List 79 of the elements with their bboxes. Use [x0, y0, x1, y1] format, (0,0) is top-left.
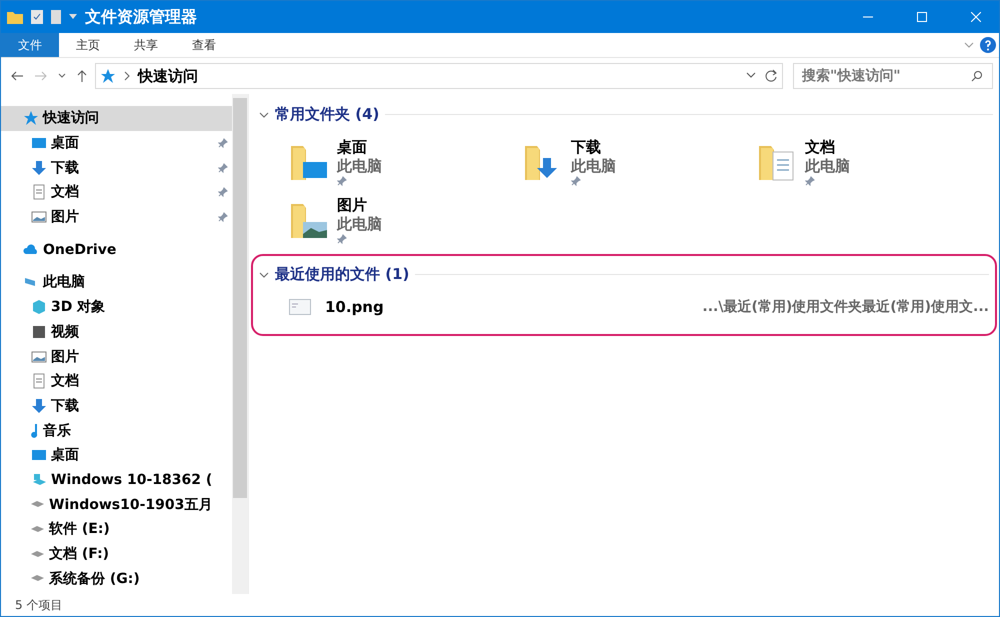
folder-name: 下载 — [571, 138, 602, 157]
folder-tile[interactable]: 文档 此电脑 — [757, 138, 991, 186]
folder-tile[interactable]: 图片 此电脑 — [289, 196, 523, 244]
pin-icon — [571, 176, 581, 186]
checklist-icon[interactable] — [31, 10, 43, 24]
item-count: 5 个项目 — [14, 596, 64, 614]
drive-icon — [31, 575, 45, 582]
picture-icon — [31, 209, 47, 226]
down-arrow-icon — [31, 160, 47, 176]
sidebar-item[interactable]: 视频 — [1, 320, 232, 344]
sidebar-item[interactable]: 音乐 — [1, 418, 232, 443]
dropdown-icon[interactable] — [69, 14, 77, 20]
address-bar[interactable]: 快速访问 — [95, 63, 783, 89]
minimize-icon — [863, 16, 873, 18]
drive-icon — [31, 550, 45, 558]
document-icon — [31, 184, 47, 200]
sidebar-item[interactable]: 桌面 — [1, 442, 232, 468]
pin-icon — [218, 138, 228, 148]
sidebar-item[interactable]: OneDrive — [1, 237, 232, 262]
chevron-icon[interactable] — [259, 270, 269, 280]
sidebar-item[interactable]: 此电脑 — [1, 270, 232, 295]
cube-icon — [31, 299, 47, 316]
down-arrow-icon — [31, 398, 47, 414]
folder-location: 此电脑 — [571, 157, 616, 176]
folder-tile[interactable]: 桌面 此电脑 — [289, 138, 523, 186]
sidebar-item[interactable]: 文档 (F:) — [1, 542, 232, 566]
image-file-icon — [289, 299, 311, 315]
chevron-icon[interactable] — [259, 110, 269, 120]
drive-icon — [31, 501, 45, 508]
close-icon — [971, 12, 981, 22]
sidebar-item[interactable]: 文档 — [1, 180, 232, 205]
pin-icon — [218, 212, 228, 222]
sidebar-item[interactable]: 桌面 — [1, 130, 232, 156]
star-icon — [23, 110, 39, 126]
film-icon — [31, 324, 47, 340]
section-heading: 常用文件夹 (4) — [275, 104, 380, 124]
star-icon — [100, 68, 116, 84]
pin-icon — [337, 176, 347, 186]
refresh-icon[interactable] — [764, 69, 778, 83]
scrollbar-thumb[interactable] — [233, 98, 247, 498]
picture-icon — [31, 348, 47, 365]
pin-icon — [337, 234, 347, 244]
section-heading: 最近使用的文件 (1) — [275, 264, 410, 284]
search-icon — [971, 70, 983, 82]
sidebar-item[interactable]: 软件 (E:) — [1, 517, 232, 542]
document-icon — [31, 373, 47, 390]
scrollbar[interactable] — [232, 94, 248, 594]
sidebar-item[interactable]: 下载 — [1, 155, 232, 180]
address-path: 快速访问 — [138, 66, 199, 86]
sidebar-item[interactable]: 文档 — [1, 368, 232, 394]
chevron-icon[interactable] — [124, 71, 130, 81]
sidebar-item[interactable]: Windows10-1903五月 — [1, 492, 232, 517]
maximize-icon — [917, 12, 927, 22]
sidebar-item[interactable]: 快速访问 — [1, 106, 232, 131]
window-title: 文件资源管理器 — [85, 6, 198, 28]
folder-location: 此电脑 — [337, 215, 382, 234]
sidebar-item[interactable]: 图片 — [1, 344, 232, 369]
search-field[interactable]: 搜索"快速访问" — [793, 63, 993, 89]
folder-location: 此电脑 — [805, 157, 850, 176]
sidebar-item[interactable]: 图片 — [1, 204, 232, 230]
pin-icon — [805, 176, 815, 186]
sidebar-item[interactable]: 系统备份 (G:) — [1, 566, 232, 592]
pin-icon — [218, 187, 228, 198]
folder-location: 此电脑 — [337, 157, 382, 176]
sidebar-item[interactable]: Windows 10-18362 ( — [1, 468, 232, 492]
dropdown-icon[interactable] — [746, 72, 756, 80]
sidebar-item[interactable]: 下载 — [1, 394, 232, 418]
folder-name: 文档 — [805, 138, 836, 157]
music-note-icon — [31, 424, 39, 438]
file-name[interactable]: 10.png — [325, 298, 688, 316]
folder-name: 桌面 — [337, 138, 368, 157]
ribbon-tab[interactable]: 文件 — [1, 33, 59, 57]
drive-icon — [31, 472, 47, 488]
drive-icon — [31, 526, 45, 533]
folder-name: 图片 — [337, 196, 368, 215]
sidebar-item[interactable]: 3D 对象 — [1, 294, 232, 320]
pin-icon — [218, 162, 228, 173]
folder-tile[interactable]: 下载 此电脑 — [523, 138, 757, 186]
file-path: ...\最近(常用)使用文件夹最近(常用)使用文... — [702, 298, 989, 316]
